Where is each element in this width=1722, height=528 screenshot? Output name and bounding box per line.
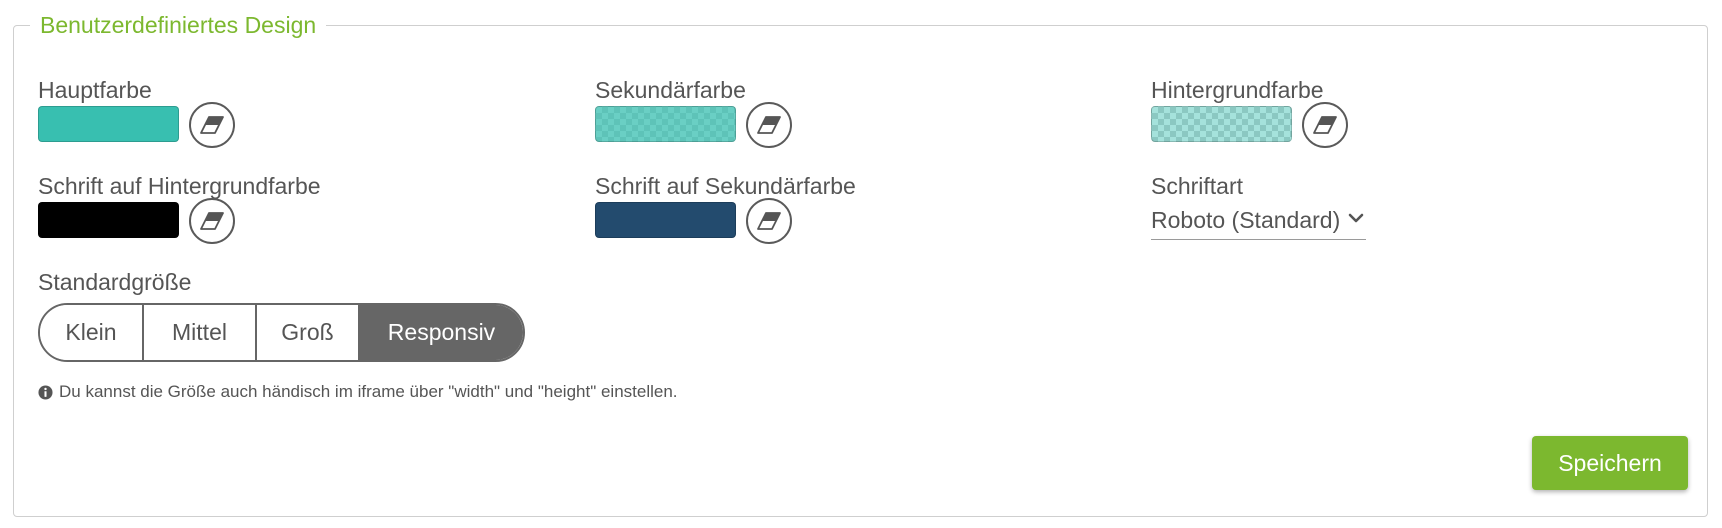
eraser-icon <box>1313 116 1337 134</box>
secondary-color-swatch[interactable] <box>595 106 736 142</box>
text-on-background-swatch[interactable] <box>38 202 179 238</box>
eraser-icon <box>757 116 781 134</box>
eraser-icon <box>200 212 224 230</box>
font-select-value: Roboto (Standard) <box>1151 207 1341 233</box>
main-color-field: Hauptfarbe <box>38 76 338 156</box>
size-option-responsiv[interactable]: Responsiv <box>360 305 523 360</box>
size-option-mittel[interactable]: Mittel <box>144 305 257 360</box>
text-on-background-reset-button[interactable] <box>189 198 235 244</box>
size-button-group: Klein Mittel Groß Responsiv <box>38 303 525 362</box>
size-option-gross[interactable]: Groß <box>257 305 360 360</box>
info-circle-icon <box>38 384 53 400</box>
text-on-secondary-reset-button[interactable] <box>746 198 792 244</box>
chevron-down-icon <box>1348 213 1364 222</box>
eraser-icon <box>200 116 224 134</box>
main-color-swatch[interactable] <box>38 106 179 142</box>
background-color-reset-button[interactable] <box>1302 102 1348 148</box>
section-title: Benutzerdefiniertes Design <box>30 10 327 40</box>
font-label: Schriftart <box>1151 173 1244 199</box>
background-color-label: Hintergrundfarbe <box>1151 77 1324 103</box>
font-field: Schriftart Roboto (Standard) <box>1151 172 1451 252</box>
text-on-background-label: Schrift auf Hintergrundfarbe <box>38 173 321 199</box>
background-color-field: Hintergrundfarbe <box>1151 76 1451 156</box>
size-hint-text: Du kannst die Größe auch händisch im ifr… <box>59 382 678 401</box>
size-field: Standardgröße <box>38 268 338 298</box>
background-color-swatch[interactable] <box>1151 106 1292 142</box>
text-on-secondary-field: Schrift auf Sekundärfarbe <box>595 172 995 252</box>
save-button[interactable]: Speichern <box>1532 436 1688 490</box>
secondary-color-reset-button[interactable] <box>746 102 792 148</box>
text-on-secondary-label: Schrift auf Sekundärfarbe <box>595 173 856 199</box>
size-label: Standardgröße <box>38 269 192 295</box>
font-select[interactable]: Roboto (Standard) <box>1151 202 1367 240</box>
eraser-icon <box>757 212 781 230</box>
secondary-color-label: Sekundärfarbe <box>595 77 746 103</box>
text-on-background-field: Schrift auf Hintergrundfarbe <box>38 172 438 252</box>
text-on-secondary-swatch[interactable] <box>595 202 736 238</box>
size-hint: Du kannst die Größe auch händisch im ifr… <box>38 382 678 402</box>
main-color-reset-button[interactable] <box>189 102 235 148</box>
main-color-label: Hauptfarbe <box>38 77 152 103</box>
size-option-klein[interactable]: Klein <box>40 305 144 360</box>
secondary-color-field: Sekundärfarbe <box>595 76 895 156</box>
